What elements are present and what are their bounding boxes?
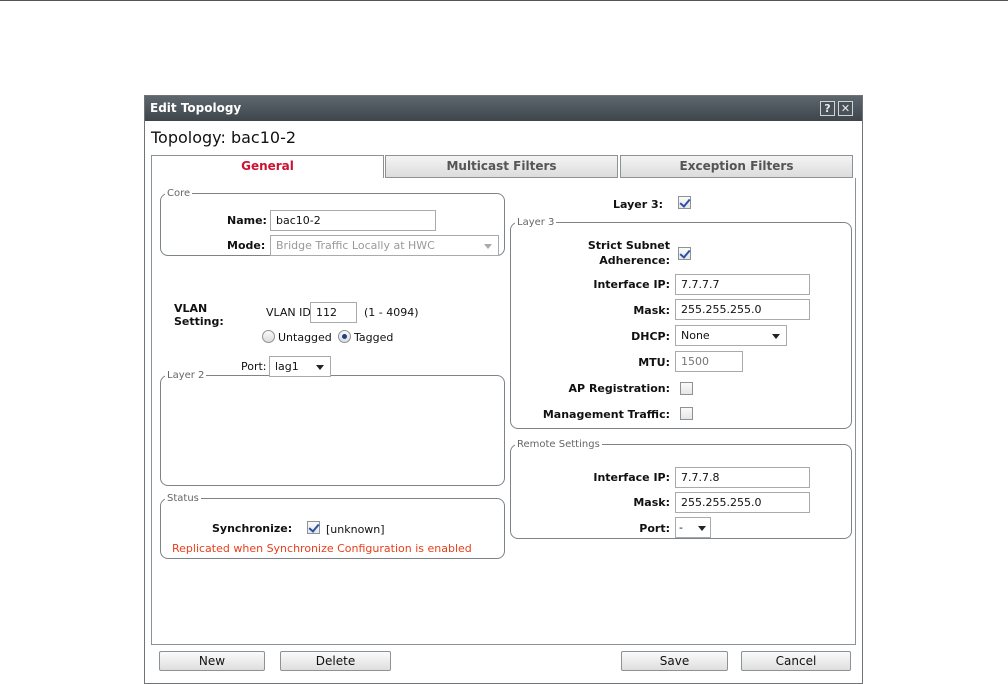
remote-mask-input[interactable] [675, 492, 810, 513]
layer2-legend: Layer 2 [167, 370, 205, 381]
layer3-checkbox[interactable] [678, 196, 691, 209]
dhcp-select-value: None [681, 329, 710, 342]
core-legend: Core [167, 188, 191, 199]
vlan-setting-label: VLAN Setting: [174, 302, 224, 328]
remote-interface-ip-input[interactable] [675, 467, 810, 488]
name-label: Name: [227, 214, 267, 227]
port-select[interactable]: lag1 [269, 356, 331, 377]
replication-note: Replicated when Synchronize Configuratio… [172, 542, 472, 555]
mask-label: Mask: [633, 304, 670, 317]
port-label: Port: [241, 360, 267, 373]
layer2-group: Layer 2 [160, 370, 505, 486]
chevron-down-icon [698, 526, 706, 531]
management-traffic-label: Management Traffic: [542, 408, 670, 421]
name-input[interactable] [270, 210, 436, 231]
synchronize-label: Synchronize: [212, 522, 293, 535]
synchronize-checkbox[interactable] [307, 521, 320, 534]
interface-ip-label: Interface IP: [593, 278, 670, 291]
mode-select[interactable]: Bridge Traffic Locally at HWC [270, 235, 499, 256]
remote-port-label: Port: [639, 522, 670, 535]
save-button[interactable]: Save [621, 651, 728, 671]
mask-input[interactable] [675, 299, 810, 320]
tagged-radio[interactable] [338, 330, 351, 343]
delete-button[interactable]: Delete [280, 651, 391, 671]
remote-port-select-value: - [679, 521, 683, 534]
dialog-titlebar: Edit Topology ? ✕ [145, 96, 862, 121]
mtu-input[interactable] [675, 351, 743, 372]
layer3-toggle-label: Layer 3: [613, 198, 664, 211]
tagged-label: Tagged [354, 331, 394, 344]
close-icon[interactable]: ✕ [838, 101, 853, 116]
general-tab-panel: Core Name: Mode: Bridge Traffic Locally … [151, 178, 856, 645]
untagged-radio[interactable] [262, 330, 275, 343]
management-traffic-checkbox[interactable] [680, 407, 693, 420]
mode-label: Mode: [227, 239, 266, 252]
remote-interface-ip-label: Interface IP: [593, 471, 670, 484]
cancel-button[interactable]: Cancel [741, 651, 851, 671]
vlan-id-label: VLAN ID: [266, 306, 315, 319]
mode-select-value: Bridge Traffic Locally at HWC [276, 239, 435, 252]
chevron-down-icon [316, 365, 324, 370]
page-title: Topology: bac10-2 [151, 128, 297, 147]
edit-topology-dialog: Edit Topology ? ✕ Topology: bac10-2 Gene… [144, 95, 863, 684]
remote-mask-label: Mask: [633, 496, 670, 509]
dialog-title: Edit Topology [150, 101, 242, 115]
new-button[interactable]: New [159, 651, 265, 671]
interface-ip-input[interactable] [675, 274, 810, 295]
vlan-range-hint: (1 - 4094) [364, 306, 419, 319]
synchronize-state: [unknown] [326, 523, 385, 536]
dhcp-select[interactable]: None [675, 325, 787, 346]
status-legend: Status [167, 493, 199, 504]
help-icon[interactable]: ? [820, 101, 835, 116]
top-divider [0, 0, 1008, 1]
strict-subnet-checkbox[interactable] [678, 247, 691, 260]
ap-registration-label: AP Registration: [568, 382, 670, 395]
chevron-down-icon [484, 244, 492, 249]
chevron-down-icon [772, 334, 780, 339]
remote-port-select[interactable]: - [675, 517, 711, 538]
dhcp-label: DHCP: [631, 330, 670, 343]
untagged-label: Untagged [278, 331, 332, 344]
mtu-label: MTU: [638, 356, 670, 369]
ap-registration-checkbox[interactable] [680, 382, 693, 395]
strict-subnet-label: Strict Subnet Adherence: [587, 239, 670, 267]
tab-multicast-filters[interactable]: Multicast Filters [385, 155, 618, 178]
layer3-legend: Layer 3 [517, 217, 555, 228]
remote-settings-legend: Remote Settings [517, 439, 600, 450]
port-select-value: lag1 [275, 360, 299, 373]
vlan-id-input[interactable] [310, 302, 357, 323]
tab-general[interactable]: General [151, 155, 384, 179]
tab-exception-filters[interactable]: Exception Filters [620, 155, 853, 178]
